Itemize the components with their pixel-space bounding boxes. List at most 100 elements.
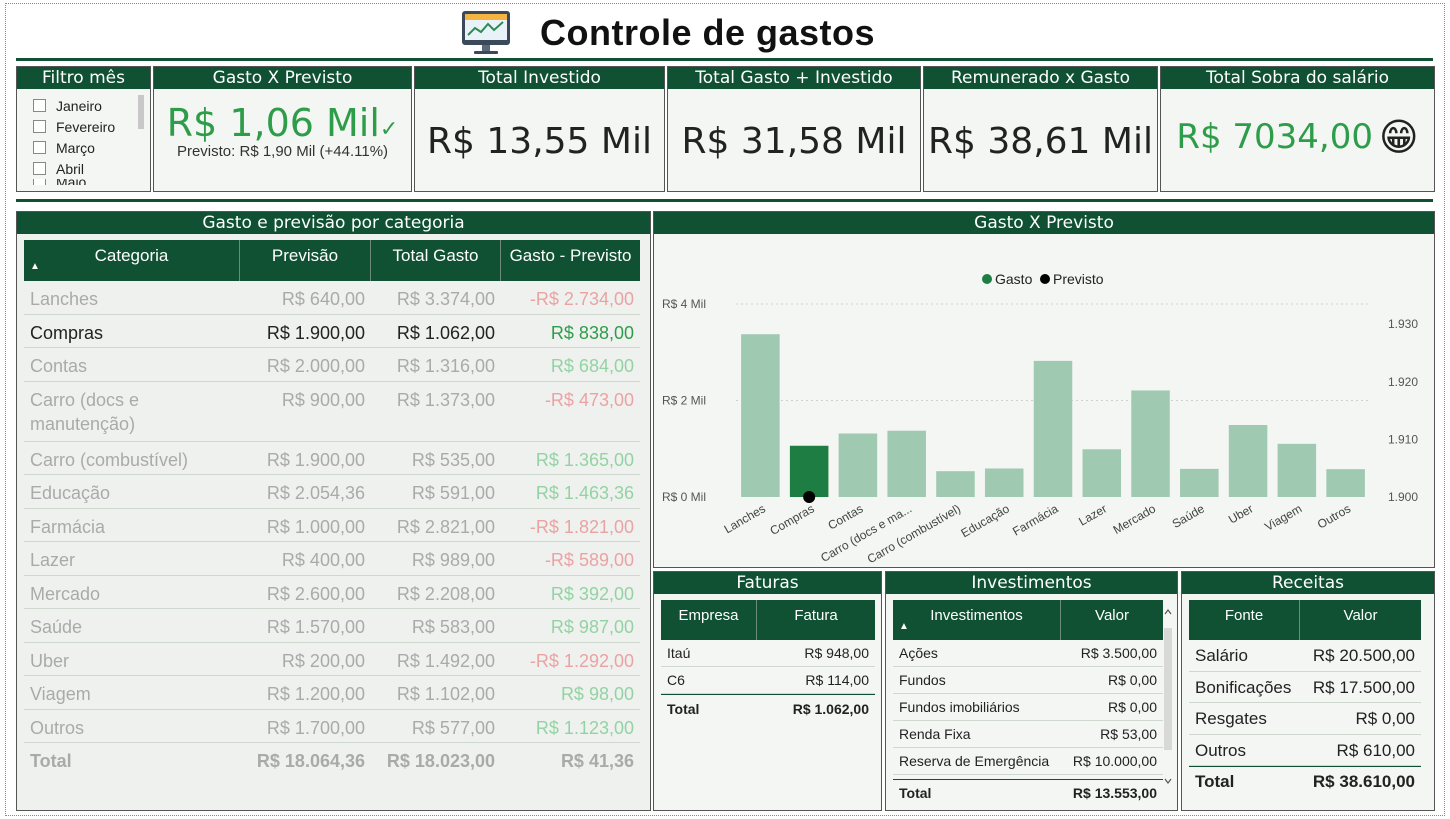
x-tick-label: Mercado [1111,501,1159,537]
bar-11[interactable] [1277,443,1317,497]
table-row[interactable]: Farmácia R$ 1.000,00 R$ 2.821,00 -R$ 1.821,… [24,509,640,542]
cell-total-gasto: R$ 989,00 [411,550,495,570]
month-filter-item[interactable]: Março [33,137,150,158]
sort-ascending-icon[interactable]: ▲ [899,611,909,643]
table-row[interactable]: Viagem R$ 1.200,00 R$ 1.102,00 R$ 98,00 [24,676,640,710]
x-tick-label: Viagem [1262,501,1304,533]
cell-gasto-previsto: -R$ 2.734,00 [529,289,634,309]
table-row[interactable]: Resgates R$ 0,00 [1189,703,1421,735]
column-header-empresa[interactable]: Empresa [661,600,757,640]
scroll-up-icon[interactable] [1163,607,1173,617]
cell-categoria: Mercado [24,576,240,609]
month-filter-item[interactable]: Abril [33,158,150,179]
x-tick-label: Saúde [1170,501,1207,531]
previsto-point-1[interactable] [803,491,816,503]
column-header-previsao[interactable]: Previsão [240,240,371,281]
cell-gasto-previsto: -R$ 1.292,00 [529,650,634,671]
column-header-gasto-previsto[interactable]: Gasto - Previsto [501,240,640,281]
column-header-investimentos[interactable]: Investimentos ▲ [893,600,1061,640]
sort-ascending-icon[interactable]: ▲ [30,251,40,283]
bar-4[interactable] [936,471,975,497]
bar-9[interactable] [1180,468,1219,497]
table-row[interactable]: Itaú R$ 948,00 [661,640,875,667]
table-row[interactable]: Lanches R$ 640,00 R$ 3.374,00 -R$ 2.734,00 [24,281,640,315]
bar-3[interactable] [887,430,926,497]
checkbox[interactable] [33,162,46,175]
cell-previsao: R$ 1.700,00 [266,717,365,738]
month-filter-item[interactable]: Janeiro [33,95,150,116]
table-row[interactable]: Fundos imobiliários R$ 0,00 [893,694,1163,721]
bar-1[interactable] [789,445,829,497]
table-row[interactable]: Fundos R$ 0,00 [893,667,1163,694]
cell-gasto-previsto: R$ 1.123,00 [535,717,634,738]
cell-gasto-previsto: R$ 987,00 [550,617,634,637]
bar-10[interactable] [1228,425,1268,497]
table-body: Itaú R$ 948,00 C6 R$ 114,00 [661,640,875,694]
checkbox[interactable] [33,99,46,112]
bar-6[interactable] [1033,360,1073,497]
table-row[interactable]: Contas R$ 2.000,00 R$ 1.316,00 R$ 684,00 [24,348,640,382]
table-row[interactable]: Mercado R$ 2.600,00 R$ 2.208,00 R$ 392,00 [24,576,640,609]
checkbox[interactable] [33,141,46,154]
month-filter-card: Filtro mês Janeiro Fevereiro Março Abril Mai… [16,66,151,192]
table-row[interactable]: Carro (combustível) R$ 1.900,00 R$ 535,00 R… [24,442,640,475]
bar-5[interactable] [984,468,1024,497]
table-row[interactable]: Lazer R$ 400,00 R$ 989,00 -R$ 589,00 [24,542,640,576]
cell-value: R$ 20.500,00 [1312,646,1415,665]
cell-categoria: Outros [24,710,240,743]
cell-total-gasto: R$ 1.102,00 [396,684,495,704]
investimentos-scrollbar[interactable] [1164,628,1172,750]
table-header: Fonte Valor [1189,600,1421,640]
column-header-valor[interactable]: Valor [1061,600,1163,640]
cell-value: R$ 17.500,00 [1312,677,1415,697]
table-row[interactable]: C6 R$ 114,00 [661,667,875,694]
table-row[interactable]: Outros R$ 1.700,00 R$ 577,00 R$ 1.123,00 [24,710,640,743]
cell-label: C6 [667,672,685,688]
categoria-text: Contas [30,356,88,376]
filter-scrollbar[interactable] [138,95,144,129]
month-filter-item[interactable]: Maio [33,179,150,185]
bar-0[interactable] [741,334,780,497]
receitas-table: Fonte Valor Salário R$ 20.500,00 Bonificaç… [1189,600,1421,796]
month-filter-item[interactable]: Fevereiro [33,116,150,137]
chart-legend: Gasto Previsto [982,271,1104,287]
column-header-categoria[interactable]: Categoria ▲ [24,240,240,281]
checkbox[interactable] [33,179,46,185]
kpi-gasto-previsto-card: Gasto X Previsto R$ 1,06 Mil✓ Previsto: … [153,66,412,192]
column-header-total-gasto[interactable]: Total Gasto [371,240,501,281]
total-label: Total [667,701,700,717]
table-row[interactable]: Compras R$ 1.900,00 R$ 1.062,00 R$ 838,00 [24,315,640,348]
table-row[interactable]: Saúde R$ 1.570,00 R$ 583,00 R$ 987,00 [24,609,640,643]
table-row[interactable]: Educação R$ 2.054,36 R$ 591,00 R$ 1.463,36 [24,475,640,509]
table-body: Lanches R$ 640,00 R$ 3.374,00 -R$ 2.734,00 C… [24,281,640,743]
chart-card: Gasto X Previsto Gasto Previsto R$ 0 Mil R$… [653,211,1435,568]
kpi-value: R$ 38,61 Mil [928,121,1153,162]
cell-previsao: R$ 1.200,00 [266,684,365,704]
column-header-valor[interactable]: Valor [1300,600,1421,640]
cell-categoria: Lazer [24,542,240,575]
table-row[interactable]: Ações R$ 3.500,00 [893,640,1163,667]
legend-item-gasto[interactable]: Gasto [982,271,1033,287]
bar-12[interactable] [1326,469,1365,497]
column-header-fatura[interactable]: Fatura [757,600,875,640]
checkbox[interactable] [33,120,46,133]
cell-previsao: R$ 1.000,00 [266,516,365,537]
table-row[interactable]: Outros R$ 610,00 [1189,735,1421,766]
cell-categoria: Uber [24,643,240,676]
table-row[interactable]: Renda Fixa R$ 53,00 [893,721,1163,748]
bar-2[interactable] [838,433,878,497]
cell-total-gasto: R$ 1.492,00 [396,650,495,671]
legend-item-previsto[interactable]: Previsto [1040,271,1104,287]
cell-categoria: Contas [24,348,240,381]
scroll-down-icon[interactable] [1163,776,1173,786]
table-row[interactable]: Uber R$ 200,00 R$ 1.492,00 -R$ 1.292,00 [24,643,640,676]
bar-7[interactable] [1082,449,1122,497]
table-row[interactable]: Carro (docs e manutenção) R$ 900,00 R$ 1.37… [24,382,640,442]
table-row[interactable]: Reserva de Emergência R$ 10.000,00 [893,748,1163,775]
bar-8[interactable] [1131,390,1170,497]
column-header-fonte[interactable]: Fonte [1189,600,1300,640]
table-row[interactable]: Salário R$ 20.500,00 [1189,640,1421,672]
total-previsao: R$ 18.064,36 [256,751,365,771]
cell-previsao: R$ 1.900,00 [266,449,365,470]
table-row[interactable]: Bonificações R$ 17.500,00 [1189,672,1421,703]
